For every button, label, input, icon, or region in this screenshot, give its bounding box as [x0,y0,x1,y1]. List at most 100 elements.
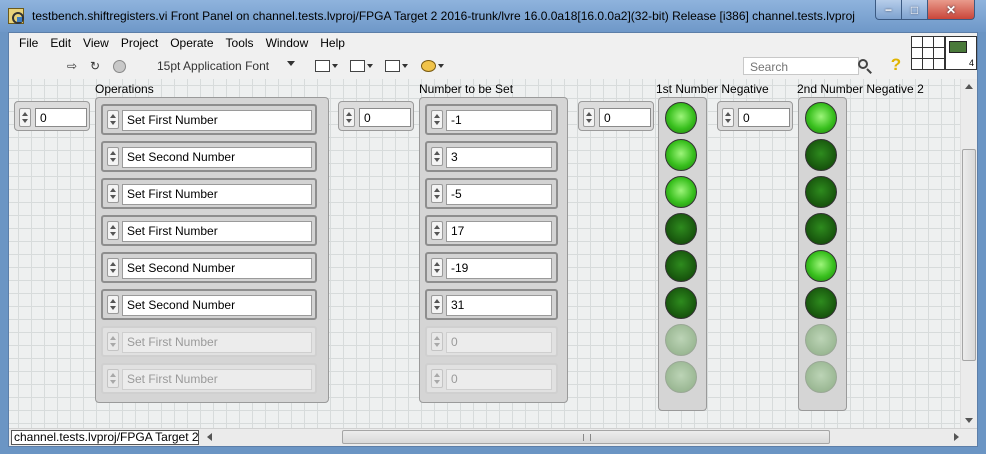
search-icon[interactable] [856,57,874,75]
list-item[interactable]: Set Second Number [101,141,317,172]
reorder-tool-icon[interactable] [417,57,447,75]
index-value[interactable]: 0 [738,108,790,127]
vertical-scrollbar[interactable] [960,79,977,428]
font-selector[interactable]: 15pt Application Font [157,57,299,75]
numeric-spinner[interactable] [431,258,443,277]
run-arrow-icon[interactable]: ⇨ [64,57,80,75]
numeric-value[interactable]: 3 [446,147,552,168]
numeric-value[interactable]: 17 [446,221,552,242]
numeric-spinner[interactable] [431,221,443,240]
scroll-right-icon[interactable] [954,433,959,441]
minimize-button[interactable]: − [875,0,902,20]
menu-project[interactable]: Project [115,36,164,50]
numeric-value: 0 [446,332,552,353]
maximize-button[interactable]: □ [901,0,928,20]
target-label[interactable]: channel.tests.lvproj/FPGA Target 2 [11,430,199,445]
numeric-spinner[interactable] [431,295,443,314]
numeric-spinner[interactable] [431,184,443,203]
led-indicator [665,176,697,208]
list-item[interactable]: Set First Number [101,215,317,246]
search-box[interactable] [743,57,859,75]
list-item[interactable]: Set Second Number [101,252,317,283]
operations-index[interactable]: 0 [14,101,90,131]
menu-bar: File Edit View Project Operate Tools Win… [9,33,909,53]
enum-spinner[interactable] [107,295,119,314]
enum-spinner[interactable] [107,147,119,166]
vertical-scroll-thumb[interactable] [962,149,976,361]
list-item[interactable]: -1 [425,104,558,135]
led-indicator [665,102,697,134]
led-indicator [665,250,697,282]
index-value[interactable]: 0 [359,108,411,127]
index-spinner[interactable] [19,108,31,127]
led-indicator [665,213,697,245]
enum-value: Set First Number [122,369,312,390]
search-input[interactable] [750,60,838,74]
first-negative-index[interactable]: 0 [578,101,654,131]
numeric-spinner[interactable] [431,147,443,166]
led-indicator [805,176,837,208]
distribute-tool-icon[interactable] [346,57,376,75]
resize-tool-icon[interactable] [381,57,411,75]
list-item[interactable]: 3 [425,141,558,172]
led-indicator [805,102,837,134]
numbers-array: -1 3 -5 17 -19 31 0 0 [419,97,568,403]
menu-tools[interactable]: Tools [220,36,260,50]
list-item[interactable]: Set First Number [101,104,317,135]
menu-window[interactable]: Window [260,36,315,50]
scroll-up-icon[interactable] [965,84,973,89]
align-tool-icon[interactable] [311,57,341,75]
list-item: 0 [425,326,558,357]
index-value[interactable]: 0 [35,108,87,127]
numeric-value[interactable]: -1 [446,110,552,131]
list-item[interactable]: 17 [425,215,558,246]
horizontal-scroll-thumb[interactable] [342,430,830,444]
enum-value[interactable]: Set Second Number [122,147,312,168]
labview-app-icon[interactable] [8,8,24,24]
index-spinner[interactable] [583,108,595,127]
enum-value[interactable]: Set First Number [122,110,312,131]
connector-pane-icon[interactable] [911,36,945,70]
led-indicator [805,213,837,245]
run-continuous-icon[interactable]: ↻ [87,57,103,75]
list-item[interactable]: -19 [425,252,558,283]
numbers-label: Number to be Set [419,82,514,96]
list-item: Set First Number [101,363,317,394]
enum-spinner[interactable] [107,258,119,277]
enum-value[interactable]: Set First Number [122,221,312,242]
menu-edit[interactable]: Edit [44,36,77,50]
index-spinner[interactable] [722,108,734,127]
menu-help[interactable]: Help [314,36,351,50]
index-value[interactable]: 0 [599,108,651,127]
enum-value[interactable]: Set Second Number [122,258,312,279]
abort-icon[interactable] [111,57,127,75]
vi-icon[interactable]: 4 [945,36,977,70]
enum-value[interactable]: Set Second Number [122,295,312,316]
index-spinner[interactable] [343,108,355,127]
list-item[interactable]: Set Second Number [101,289,317,320]
enum-spinner[interactable] [107,184,119,203]
list-item[interactable]: -5 [425,178,558,209]
menu-operate[interactable]: Operate [164,36,219,50]
scroll-left-icon[interactable] [207,433,212,441]
numbers-index[interactable]: 0 [338,101,414,131]
led-indicator [665,139,697,171]
close-button[interactable]: ✕ [927,0,975,20]
led-indicator [665,324,697,356]
numeric-value[interactable]: -19 [446,258,552,279]
help-icon[interactable]: ? [888,55,904,75]
second-negative-index[interactable]: 0 [717,101,793,131]
menu-file[interactable]: File [13,36,44,50]
list-item[interactable]: 31 [425,289,558,320]
list-item[interactable]: Set First Number [101,178,317,209]
numeric-value[interactable]: 31 [446,295,552,316]
enum-value[interactable]: Set First Number [122,184,312,205]
numeric-spinner[interactable] [431,110,443,129]
numeric-value[interactable]: -5 [446,184,552,205]
scroll-down-icon[interactable] [965,418,973,423]
menu-view[interactable]: View [77,36,115,50]
maximize-icon: □ [910,2,919,17]
enum-spinner[interactable] [107,221,119,240]
title-bar[interactable]: testbench.shiftregisters.vi Front Panel … [0,0,986,32]
enum-spinner[interactable] [107,110,119,129]
